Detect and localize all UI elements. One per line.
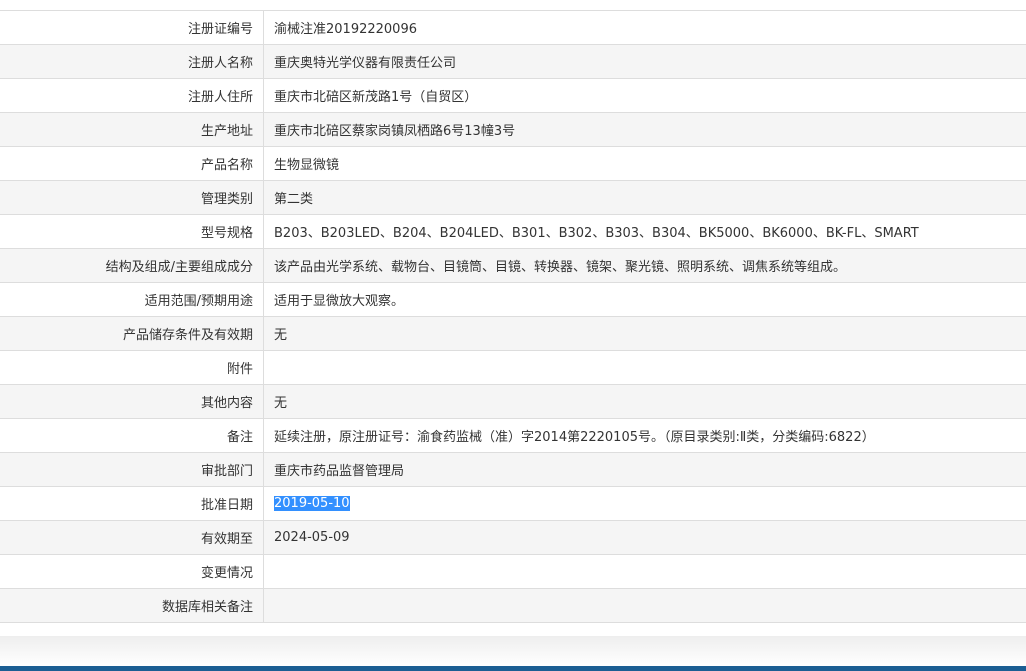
field-value: 延续注册，原注册证号：渝食药监械（准）字2014第2220105号。（原目录类别… xyxy=(263,418,1026,453)
field-label: 批准日期 xyxy=(0,486,264,521)
field-label: 适用范围/预期用途 xyxy=(0,282,264,317)
field-label: 备注 xyxy=(0,418,264,453)
field-value: 生物显微镜 xyxy=(263,146,1026,181)
field-value: 2024-05-09 xyxy=(263,520,1026,555)
table-row: 适用范围/预期用途 适用于显微放大观察。 xyxy=(0,282,1026,317)
field-value: 重庆市药品监督管理局 xyxy=(263,452,1026,487)
field-value: 无 xyxy=(263,316,1026,351)
field-label: 产品储存条件及有效期 xyxy=(0,316,264,351)
field-label: 结构及组成/主要组成成分 xyxy=(0,248,264,283)
field-label: 审批部门 xyxy=(0,452,264,487)
field-label: 注册人名称 xyxy=(0,44,264,79)
field-label: 型号规格 xyxy=(0,214,264,249)
field-label: 注册证编号 xyxy=(0,10,264,45)
footer-bar xyxy=(0,666,1026,671)
table-row: 产品储存条件及有效期无 xyxy=(0,316,1026,351)
field-value: B203、B203LED、B204、B204LED、B301、B302、B303… xyxy=(263,214,1026,249)
field-value: 第二类 xyxy=(263,180,1026,215)
field-value: 重庆奥特光学仪器有限责任公司 xyxy=(263,44,1026,79)
field-label: 变更情况 xyxy=(0,554,264,589)
table-row: 备注 延续注册，原注册证号：渝食药监械（准）字2014第2220105号。（原目录… xyxy=(0,418,1026,453)
field-value xyxy=(263,588,1026,623)
table-row: 有效期至 2024-05-09 xyxy=(0,520,1026,555)
field-value: 渝械注准20192220096 xyxy=(263,10,1026,45)
table-row: 结构及组成/主要组成成分 该产品由光学系统、载物台、目镜筒、目镜、转换器、镜架、聚… xyxy=(0,248,1026,283)
field-value xyxy=(263,554,1026,589)
field-label: 数据库相关备注 xyxy=(0,588,264,623)
field-label: 产品名称 xyxy=(0,146,264,181)
field-value: 重庆市北碚区蔡家岗镇凤栖路6号13幢3号 xyxy=(263,112,1026,147)
table-row: 其他内容无 xyxy=(0,384,1026,419)
registration-detail-table: 注册证编号 渝械注准20192220096 注册人名称 重庆奥特光学仪器有限责任公司注… xyxy=(0,10,1026,623)
field-value: 2019-05-10 xyxy=(263,486,1026,521)
table-row: 审批部门 重庆市药品监督管理局 xyxy=(0,452,1026,487)
table-row: 型号规格 B203、B203LED、B204、B204LED、B301、B302、… xyxy=(0,214,1026,249)
table-row: 管理类别 第二类 xyxy=(0,180,1026,215)
table-row: 注册人住所 重庆市北碚区新茂路1号（自贸区） xyxy=(0,78,1026,113)
field-value: 该产品由光学系统、载物台、目镜筒、目镜、转换器、镜架、聚光镜、照明系统、调焦系统… xyxy=(263,248,1026,283)
field-value xyxy=(263,350,1026,385)
field-label: 有效期至 xyxy=(0,520,264,555)
table-row: 批准日期 2019-05-10 xyxy=(0,486,1026,521)
field-value: 无 xyxy=(263,384,1026,419)
field-label: 附件 xyxy=(0,350,264,385)
table-row: 注册证编号 渝械注准20192220096 xyxy=(0,10,1026,45)
table-row: 变更情况 xyxy=(0,554,1026,589)
table-row: 数据库相关备注 xyxy=(0,588,1026,623)
table-row: 产品名称 生物显微镜 xyxy=(0,146,1026,181)
table-row: 附件 xyxy=(0,350,1026,385)
table-row: 生产地址 重庆市北碚区蔡家岗镇凤栖路6号13幢3号 xyxy=(0,112,1026,147)
field-label: 注册人住所 xyxy=(0,78,264,113)
table-row: 注册人名称 重庆奥特光学仪器有限责任公司 xyxy=(0,44,1026,79)
field-label: 其他内容 xyxy=(0,384,264,419)
field-label: 管理类别 xyxy=(0,180,264,215)
footer-shadow xyxy=(0,636,1026,666)
field-label: 生产地址 xyxy=(0,112,264,147)
field-value: 重庆市北碚区新茂路1号（自贸区） xyxy=(263,78,1026,113)
field-value: 适用于显微放大观察。 xyxy=(263,282,1026,317)
selected-text[interactable]: 2019-05-10 xyxy=(274,496,350,511)
